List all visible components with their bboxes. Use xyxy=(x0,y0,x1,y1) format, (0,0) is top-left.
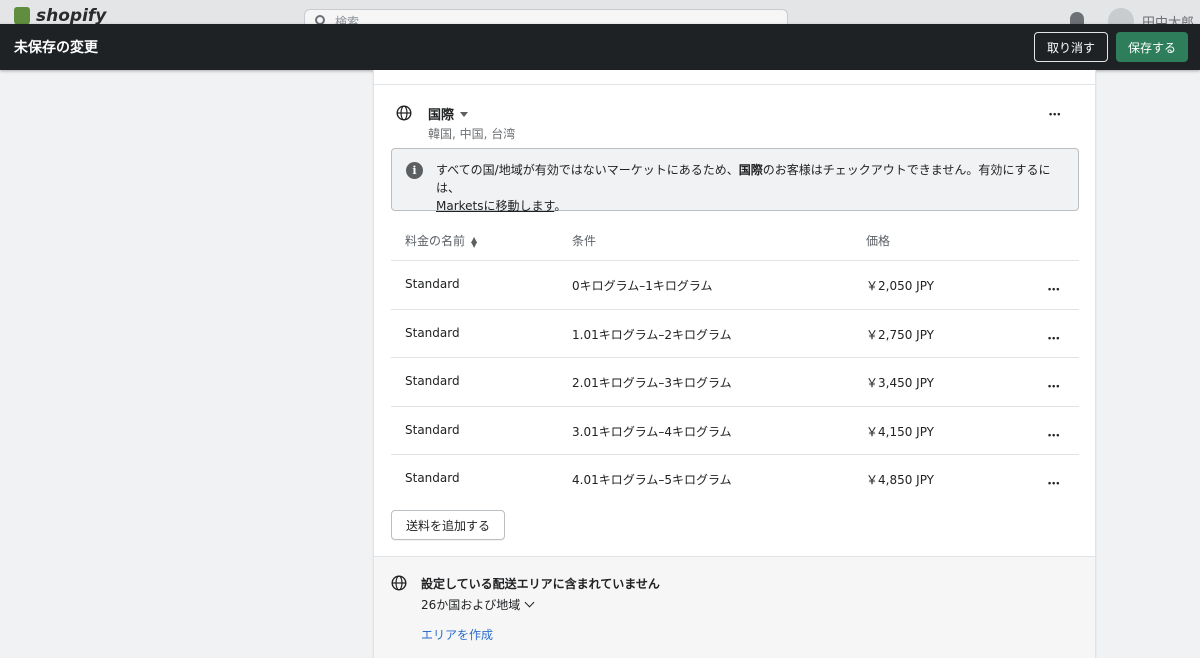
table-row: Standard 0キログラム–1キログラム ￥2,050 JPY xyxy=(391,261,1079,310)
not-covered-section: 設定している配送エリアに含まれていません 26か国および地域 エリアを作成 xyxy=(374,556,1095,658)
search-icon xyxy=(315,15,325,24)
column-header-rate-name-label: 料金の名前 xyxy=(405,234,466,248)
caret-down-icon xyxy=(460,112,469,117)
contextual-save-bar: 未保存の変更 取り消す 保存する xyxy=(0,24,1200,70)
banner-text-bold: 国際 xyxy=(738,163,763,177)
add-rate-button[interactable]: 送料を追加する xyxy=(391,510,506,540)
row-more-actions-icon[interactable] xyxy=(1048,331,1060,343)
info-icon: i xyxy=(406,162,423,179)
globe-icon xyxy=(391,575,407,591)
divider xyxy=(374,84,1095,85)
rate-name: Standard xyxy=(405,277,460,291)
logo-text: shopify xyxy=(36,6,107,24)
search-input[interactable]: 検索 xyxy=(304,9,788,24)
countries-count-toggle[interactable]: 26か国および地域 xyxy=(421,596,535,613)
rate-condition: 0キログラム–1キログラム xyxy=(572,279,713,293)
table-row: Standard 1.01キログラム–2キログラム ￥2,750 JPY xyxy=(391,310,1079,358)
zone-countries: 韓国, 中国, 台湾 xyxy=(428,127,516,141)
markets-link[interactable]: Marketsに移動します xyxy=(436,199,554,213)
rate-condition: 1.01キログラム–2キログラム xyxy=(572,327,732,342)
search-placeholder: 検索 xyxy=(335,15,360,24)
avatar[interactable] xyxy=(1108,8,1134,24)
zone-name-dropdown[interactable]: 国際 xyxy=(428,104,469,123)
save-button[interactable]: 保存する xyxy=(1115,32,1188,62)
shopify-logo[interactable]: shopify xyxy=(14,6,106,24)
user-name[interactable]: 田中太郎 xyxy=(1142,12,1194,24)
rates-table: 料金の名前 ▲ ▼ 条件 価格 Standard 0キログラム–1キログラム ￥2,… xyxy=(391,213,1079,504)
table-row: Standard 3.01キログラム–4キログラム ￥4,150 JPY xyxy=(391,407,1079,455)
warning-banner: i すべての国/地域が有効ではないマーケットにあるため、国際のお客様はチェックア… xyxy=(391,148,1079,213)
table-row: Standard 2.01キログラム–3キログラム ￥3,450 JPY xyxy=(391,358,1079,407)
discard-button[interactable]: 取り消す xyxy=(1033,32,1108,62)
top-bar: shopify 検索 田中太郎 xyxy=(0,0,1200,24)
column-header-price: 価格 xyxy=(866,234,891,248)
row-more-actions-icon[interactable] xyxy=(1048,476,1060,488)
not-covered-title: 設定している配送エリアに含まれていません xyxy=(421,577,660,591)
zone-name: 国際 xyxy=(428,108,455,123)
zone-more-actions-icon[interactable] xyxy=(1049,107,1061,119)
chevron-down-icon xyxy=(524,597,535,608)
row-more-actions-icon[interactable] xyxy=(1048,282,1060,294)
rate-condition: 4.01キログラム–5キログラム xyxy=(572,473,732,487)
shopify-bag-icon xyxy=(14,7,30,24)
countries-count: 26か国および地域 xyxy=(421,598,521,612)
rate-price: ￥4,150 JPY xyxy=(866,424,935,439)
shipping-zone-card: 国際 韓国, 中国, 台湾 i すべての国/地域が有効ではないマーケットにあるた… xyxy=(373,70,1096,658)
rate-name: Standard xyxy=(405,422,460,437)
create-zone-link[interactable]: エリアを作成 xyxy=(421,626,493,643)
rate-price: ￥2,050 JPY xyxy=(866,279,935,293)
notification-bell-icon[interactable] xyxy=(1070,12,1084,24)
column-header-rate-name[interactable]: 料金の名前 ▲ ▼ xyxy=(405,232,477,249)
table-header: 料金の名前 ▲ ▼ 条件 価格 xyxy=(391,213,1079,261)
rate-price: ￥4,850 JPY xyxy=(866,473,935,487)
rate-condition: 2.01キログラム–3キログラム xyxy=(572,376,732,390)
rate-name: Standard xyxy=(405,374,460,388)
globe-icon xyxy=(396,105,412,121)
rate-name: Standard xyxy=(405,325,460,340)
column-header-condition: 条件 xyxy=(572,234,597,248)
row-more-actions-icon[interactable] xyxy=(1048,379,1060,391)
rate-price: ￥3,450 JPY xyxy=(866,376,935,390)
rate-price: ￥2,750 JPY xyxy=(866,327,935,342)
unsaved-changes-title: 未保存の変更 xyxy=(14,40,98,56)
table-row: Standard 4.01キログラム–5キログラム ￥4,850 JPY xyxy=(391,455,1079,504)
rate-condition: 3.01キログラム–4キログラム xyxy=(572,424,732,439)
banner-text-end: 。 xyxy=(554,199,567,213)
rate-name: Standard xyxy=(405,471,460,485)
banner-text-before: すべての国/地域が有効ではないマーケットにあるため、 xyxy=(436,163,739,177)
row-more-actions-icon[interactable] xyxy=(1048,428,1060,440)
sort-icon: ▲ ▼ xyxy=(471,234,478,249)
